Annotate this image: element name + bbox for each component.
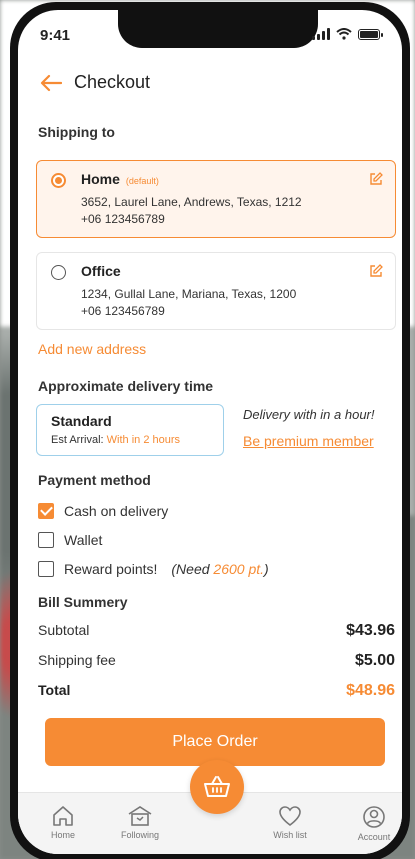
- address-card-office[interactable]: Office 1234, Gullal Lane, Mariana, Texas…: [36, 252, 396, 330]
- payment-option-label: Wallet: [64, 532, 103, 548]
- shipping-label: Shipping to: [38, 124, 115, 140]
- address-card-home[interactable]: Home (default) 3652, Laurel Lane, Andrews…: [36, 160, 396, 238]
- payment-option-cash[interactable]: Cash on delivery: [38, 503, 168, 519]
- shipping-fee-label: Shipping fee: [38, 652, 116, 668]
- address-line: 1234, Gullal Lane, Mariana, Texas, 1200: [81, 287, 297, 301]
- checkbox-reward[interactable]: [38, 561, 54, 577]
- reward-note-value: 2600 pt.: [213, 561, 265, 577]
- nav-label: Home: [50, 830, 75, 840]
- delivery-label: Approximate delivery time: [38, 378, 214, 394]
- estimate-value: With in 2 hours: [106, 434, 181, 446]
- delivery-option-standard[interactable]: Standard Est Arrival: With in 2 hours: [36, 404, 224, 456]
- shipping-fee-value: $5.00: [354, 652, 395, 669]
- address-name: Office: [81, 263, 121, 279]
- estimate-prefix: Est Arrival:: [51, 434, 104, 446]
- address-phone: +06 123456789: [81, 304, 165, 318]
- edit-icon[interactable]: [369, 172, 383, 186]
- nav-account[interactable]: Account: [344, 805, 402, 842]
- subtotal-value: $43.96: [346, 622, 395, 639]
- header: Checkout: [40, 72, 150, 93]
- cart-button[interactable]: [190, 760, 244, 814]
- premium-promo-text: Delivery with in a hour!: [243, 407, 375, 422]
- total-label: Total: [38, 682, 71, 698]
- checkbox-cash[interactable]: [38, 503, 54, 519]
- checkbox-wallet[interactable]: [38, 532, 54, 548]
- address-radio-office[interactable]: [51, 265, 66, 280]
- payment-option-label: Cash on delivery: [64, 503, 169, 519]
- nav-wishlist[interactable]: Wish list: [260, 805, 320, 840]
- payment-label: Payment method: [38, 472, 151, 488]
- back-arrow-icon[interactable]: [40, 74, 62, 92]
- account-icon: [363, 806, 385, 828]
- total-row: Total $48.96: [38, 682, 395, 700]
- nav-label: Account: [357, 832, 391, 842]
- delivery-option-title: Standard: [51, 413, 112, 429]
- page-title: Checkout: [74, 72, 151, 92]
- edit-icon[interactable]: [369, 264, 383, 278]
- nav-home[interactable]: Home: [33, 805, 93, 840]
- place-order-button[interactable]: Place Order: [45, 718, 385, 766]
- subtotal-label: Subtotal: [38, 622, 90, 638]
- phone-frame: 9:41 Checkout Shipping to Home (default)…: [10, 2, 410, 859]
- add-new-address-link[interactable]: Add new address: [38, 341, 146, 357]
- total-value: $48.96: [346, 682, 395, 699]
- payment-option-reward[interactable]: Reward points! (Need 2600 pt.): [38, 561, 269, 577]
- payment-option-wallet[interactable]: Wallet: [38, 532, 102, 548]
- status-icons: [312, 28, 383, 40]
- address-name: Home: [81, 171, 120, 187]
- nav-following[interactable]: Following: [110, 805, 170, 840]
- default-tag: (default): [125, 176, 159, 186]
- delivery-estimate: Est Arrival: With in 2 hours: [51, 434, 209, 446]
- reward-note: (Need 2600 pt.): [171, 561, 268, 577]
- basket-icon: [204, 776, 230, 797]
- address-phone: +06 123456789: [81, 212, 165, 226]
- payment-option-label: Reward points!: [64, 561, 158, 577]
- battery-icon: [358, 28, 383, 40]
- nav-label: Wish list: [273, 830, 307, 840]
- reward-note-prefix: (Need: [171, 561, 210, 577]
- wifi-icon: [336, 28, 352, 40]
- address-radio-home[interactable]: [51, 173, 66, 188]
- reward-note-suffix: ): [264, 561, 269, 577]
- bill-summary-label: Bill Summery: [38, 594, 128, 610]
- nav-label: Following: [120, 830, 160, 840]
- signal-icon: [312, 28, 330, 40]
- store-icon: [128, 806, 152, 826]
- home-icon: [53, 806, 73, 826]
- premium-member-link[interactable]: Be premium member: [243, 433, 374, 449]
- checkout-screen: 9:41 Checkout Shipping to Home (default)…: [18, 10, 402, 854]
- subtotal-row: Subtotal $43.96: [38, 622, 395, 640]
- address-line: 3652, Laurel Lane, Andrews, Texas, 1212: [81, 195, 302, 209]
- shipping-fee-row: Shipping fee $5.00: [38, 652, 395, 670]
- phone-notch: [118, 10, 318, 48]
- status-time: 9:41: [40, 27, 71, 44]
- heart-icon: [279, 806, 301, 827]
